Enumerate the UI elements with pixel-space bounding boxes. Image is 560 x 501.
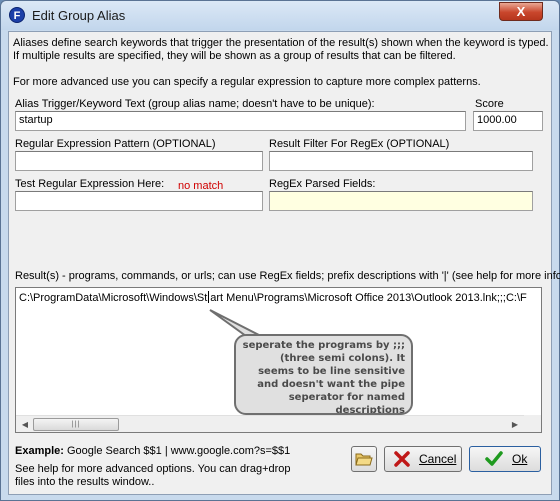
score-label: Score bbox=[475, 98, 504, 110]
dialog-body: Aliases define search keywords that trig… bbox=[8, 31, 560, 495]
example-prefix: Example: bbox=[15, 445, 64, 457]
close-button[interactable]: X bbox=[499, 2, 543, 21]
intro-line-1: Aliases define search keywords that trig… bbox=[13, 37, 549, 49]
edit-group-alias-dialog: F Edit Group Alias X Aliases define sear… bbox=[0, 0, 560, 501]
intro-line-2: If multiple results are specified, they … bbox=[13, 50, 456, 62]
cancel-button[interactable]: Cancel bbox=[384, 446, 462, 472]
test-regex-input[interactable] bbox=[15, 191, 263, 211]
alias-input[interactable]: startup bbox=[15, 111, 466, 131]
example-text: Google Search $$1 | www.google.com?s=$$1 bbox=[66, 445, 291, 457]
results-label: Result(s) - programs, commands, or urls;… bbox=[15, 270, 560, 282]
title-bar[interactable]: F Edit Group Alias X bbox=[1, 1, 559, 30]
scroll-left-icon[interactable]: ◀ bbox=[18, 418, 32, 431]
horizontal-scrollbar[interactable]: ◀ ||| ▶ bbox=[16, 415, 524, 432]
result-filter-input[interactable] bbox=[269, 151, 533, 171]
parsed-fields-output bbox=[269, 191, 533, 211]
regex-pattern-label: Regular Expression Pattern (OPTIONAL) bbox=[15, 138, 216, 150]
open-folder-icon bbox=[355, 453, 373, 466]
test-regex-label: Test Regular Expression Here: bbox=[15, 178, 165, 190]
app-logo-icon: F bbox=[9, 7, 25, 23]
alias-label: Alias Trigger/Keyword Text (group alias … bbox=[15, 98, 375, 110]
red-x-icon bbox=[394, 451, 410, 467]
ok-button[interactable]: Ok bbox=[469, 446, 541, 472]
annotation-callout: seperate the programs by ;;; (three semi… bbox=[234, 334, 413, 415]
example-line: Example: Google Search $$1 | www.google.… bbox=[15, 445, 290, 457]
results-text: C:\ProgramData\Microsoft\Windows\St art M… bbox=[19, 291, 527, 304]
help-line-1: See help for more advanced options. You … bbox=[15, 463, 291, 475]
cancel-label: Cancel bbox=[419, 452, 457, 466]
scroll-thumb[interactable]: ||| bbox=[33, 418, 119, 431]
result-filter-label: Result Filter For RegEx (OPTIONAL) bbox=[269, 138, 450, 150]
help-line-2: files into the results window.. bbox=[15, 476, 155, 488]
parsed-fields-label: RegEx Parsed Fields: bbox=[269, 178, 376, 190]
scroll-right-icon[interactable]: ▶ bbox=[508, 418, 522, 431]
intro-line-3: For more advanced use you can specify a … bbox=[13, 76, 481, 88]
results-text-before-caret: C:\ProgramData\Microsoft\Windows\St bbox=[19, 292, 208, 304]
score-input[interactable]: 1000.00 bbox=[473, 111, 543, 131]
green-checkmark-icon bbox=[485, 451, 503, 466]
open-folder-button[interactable] bbox=[351, 446, 377, 472]
ok-label: Ok bbox=[512, 452, 528, 466]
regex-pattern-input[interactable] bbox=[15, 151, 263, 171]
window-title: Edit Group Alias bbox=[32, 8, 126, 23]
scroll-corner bbox=[524, 415, 541, 432]
